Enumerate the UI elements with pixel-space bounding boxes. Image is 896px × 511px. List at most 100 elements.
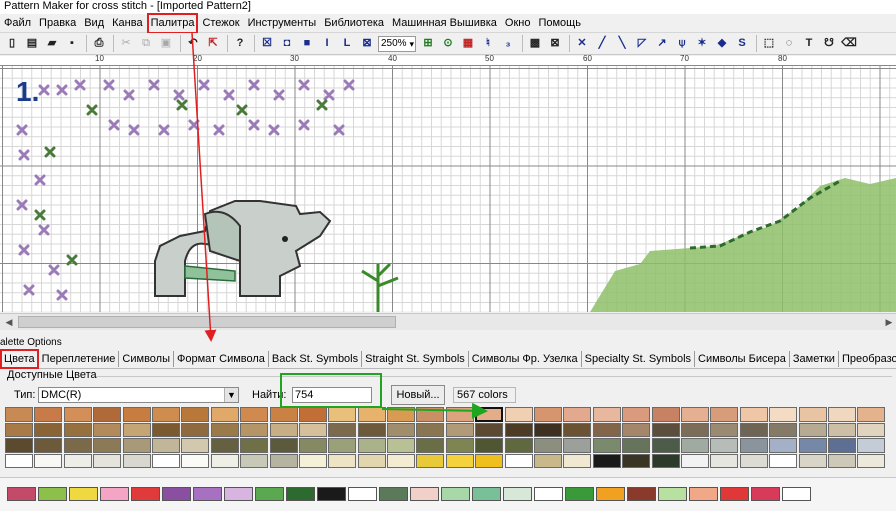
- menu-help[interactable]: Помощь: [534, 15, 585, 32]
- menu-view[interactable]: Вид: [80, 15, 108, 32]
- color-swatch[interactable]: [210, 407, 239, 422]
- export-icon[interactable]: ⇱: [204, 35, 222, 53]
- tab-weave[interactable]: Переплетение: [39, 350, 120, 367]
- symbols-icon[interactable]: ♮: [479, 35, 497, 53]
- palette-colors-icon[interactable]: ▦: [459, 35, 477, 53]
- color-swatch[interactable]: [5, 422, 33, 437]
- color-swatch[interactable]: [769, 422, 798, 437]
- color-swatch[interactable]: [122, 407, 151, 422]
- menu-palette[interactable]: Палитра: [146, 12, 199, 34]
- color-swatch[interactable]: [563, 438, 592, 453]
- pattern-canvas[interactable]: 1.: [0, 66, 896, 312]
- color-swatch[interactable]: [651, 407, 680, 422]
- color-swatch[interactable]: [857, 407, 886, 422]
- used-color-swatch[interactable]: [751, 487, 780, 501]
- color-swatch[interactable]: [857, 438, 886, 453]
- text-tool-icon[interactable]: T: [800, 35, 818, 53]
- color-swatch[interactable]: [181, 422, 210, 437]
- color-swatch[interactable]: [739, 453, 768, 468]
- color-swatch[interactable]: [769, 407, 798, 422]
- new-color-button[interactable]: Новый...: [391, 385, 445, 405]
- menu-file[interactable]: Файл: [0, 15, 35, 32]
- color-swatch[interactable]: [151, 453, 180, 468]
- color-swatch[interactable]: [798, 407, 827, 422]
- used-color-swatch[interactable]: [131, 487, 160, 501]
- print-icon[interactable]: ⎙: [90, 35, 108, 53]
- used-color-swatch[interactable]: [224, 487, 253, 501]
- color-swatch[interactable]: [5, 407, 33, 422]
- scrollbar-thumb[interactable]: [18, 316, 396, 328]
- color-swatch[interactable]: [827, 438, 856, 453]
- menu-window[interactable]: Окно: [501, 15, 535, 32]
- color-swatch[interactable]: [5, 453, 33, 468]
- scroll-left-icon[interactable]: ◀: [2, 315, 16, 329]
- used-color-swatch[interactable]: [565, 487, 594, 501]
- tab-convert[interactable]: Преобразовать: [839, 351, 896, 367]
- used-color-swatch[interactable]: [472, 487, 501, 501]
- used-color-swatch[interactable]: [410, 487, 439, 501]
- grid-icon[interactable]: ▩: [526, 35, 544, 53]
- menu-library[interactable]: Библиотека: [320, 15, 388, 32]
- save-icon[interactable]: ▪: [63, 35, 81, 53]
- color-swatch[interactable]: [857, 422, 886, 437]
- used-color-swatch[interactable]: [7, 487, 36, 501]
- color-swatch[interactable]: [475, 438, 504, 453]
- color-swatch[interactable]: [387, 407, 416, 422]
- color-swatch[interactable]: [328, 407, 357, 422]
- color-swatch[interactable]: [534, 407, 563, 422]
- tab-straight-st-symbols[interactable]: Straight St. Symbols: [362, 350, 469, 367]
- color-swatch[interactable]: [357, 407, 386, 422]
- color-swatch[interactable]: [5, 438, 33, 453]
- color-swatch[interactable]: [240, 453, 269, 468]
- color-swatch[interactable]: [651, 422, 680, 437]
- color-swatch[interactable]: [798, 453, 827, 468]
- chevron-down-icon[interactable]: ▼: [224, 388, 238, 402]
- tab-symbols[interactable]: Символы: [119, 350, 174, 367]
- color-swatch[interactable]: [622, 453, 651, 468]
- find-input[interactable]: 754: [292, 387, 372, 403]
- used-color-swatch[interactable]: [100, 487, 129, 501]
- color-swatch[interactable]: [680, 438, 709, 453]
- color-swatch[interactable]: [445, 407, 474, 422]
- color-swatch[interactable]: [210, 438, 239, 453]
- used-color-swatch[interactable]: [255, 487, 284, 501]
- color-swatch[interactable]: [357, 438, 386, 453]
- color-swatch[interactable]: [181, 438, 210, 453]
- tab-symbol-format[interactable]: Формат Символа: [174, 350, 269, 367]
- color-swatch[interactable]: [210, 453, 239, 468]
- used-color-swatch[interactable]: [38, 487, 67, 501]
- color-swatch[interactable]: [34, 422, 63, 437]
- color-swatch[interactable]: [328, 422, 357, 437]
- tab-colors[interactable]: Цвета: [0, 348, 39, 369]
- used-color-swatch[interactable]: [689, 487, 718, 501]
- color-swatch[interactable]: [651, 453, 680, 468]
- color-swatch[interactable]: [475, 422, 504, 437]
- open-folder-icon[interactable]: ▰: [43, 35, 61, 53]
- color-swatch[interactable]: [739, 422, 768, 437]
- color-swatch[interactable]: [798, 422, 827, 437]
- tab-bead-symbols[interactable]: Символы Бисера: [695, 350, 790, 367]
- menu-tools[interactable]: Инструменты: [244, 15, 321, 32]
- color-swatch[interactable]: [328, 453, 357, 468]
- color-swatch[interactable]: [445, 438, 474, 453]
- color-swatch[interactable]: [504, 407, 533, 422]
- color-swatch[interactable]: [93, 422, 122, 437]
- select-rect-icon[interactable]: ⬚: [760, 35, 778, 53]
- color-swatch[interactable]: [298, 422, 327, 437]
- used-color-swatch[interactable]: [658, 487, 687, 501]
- color-swatch[interactable]: [827, 453, 856, 468]
- horizontal-scrollbar[interactable]: ◀ ▶: [0, 313, 896, 330]
- numbers-icon[interactable]: ₃: [499, 35, 517, 53]
- color-swatch[interactable]: [416, 438, 445, 453]
- menu-machine-embroidery[interactable]: Машинная Вышивка: [388, 15, 501, 32]
- color-swatch[interactable]: [563, 422, 592, 437]
- color-swatch[interactable]: [739, 438, 768, 453]
- color-swatch[interactable]: [827, 422, 856, 437]
- used-color-swatch[interactable]: [317, 487, 346, 501]
- color-swatch[interactable]: [387, 438, 416, 453]
- color-swatch[interactable]: [93, 438, 122, 453]
- color-swatch[interactable]: [416, 407, 445, 422]
- color-swatch[interactable]: [769, 438, 798, 453]
- color-swatch[interactable]: [328, 438, 357, 453]
- color-swatch[interactable]: [710, 407, 739, 422]
